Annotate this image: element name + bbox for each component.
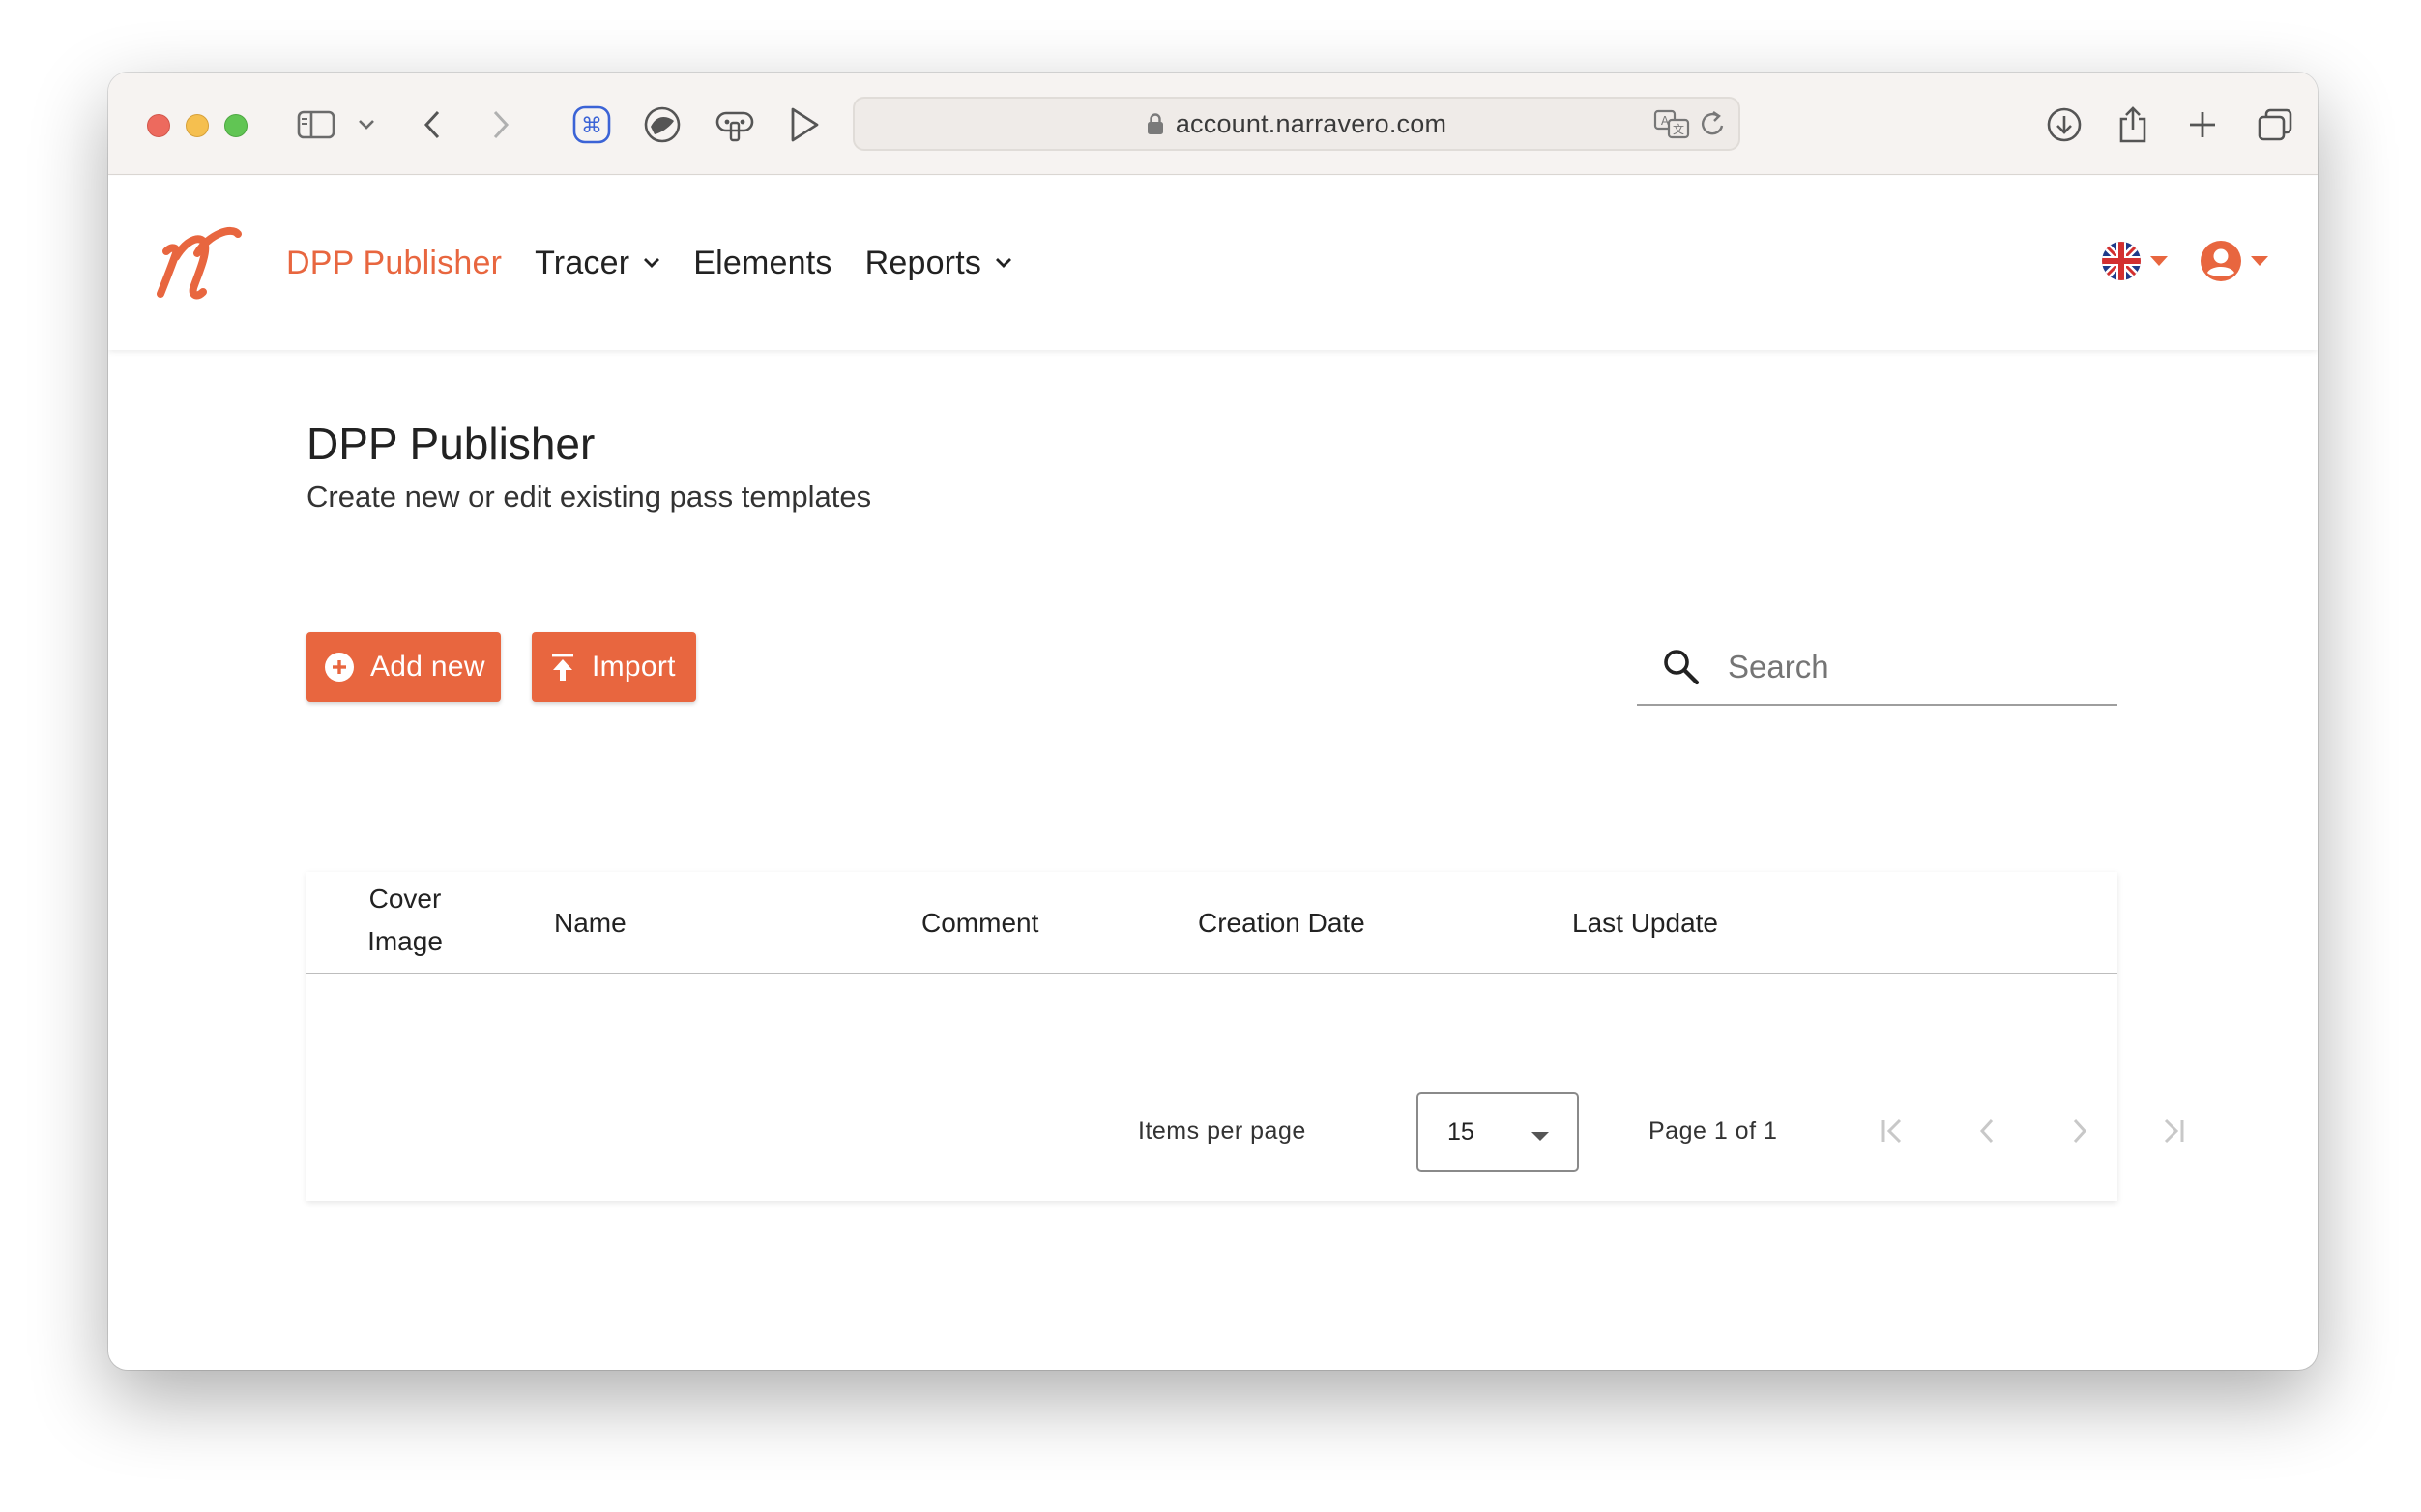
zoom-window-button[interactable] [224,114,248,137]
column-header-comment[interactable]: Comment [921,902,1038,945]
page-title: DPP Publisher [306,419,596,469]
first-page-icon [1879,1118,1908,1149]
search-icon [1662,648,1701,686]
browser-window: ⌘ account.narravero.com A文 DPP Publisher… [108,73,2318,1370]
nav-label: Reports [864,244,982,281]
account-circle-icon [2200,240,2242,287]
play-icon[interactable] [788,102,821,147]
new-tab-icon[interactable] [2187,102,2218,147]
translate-icon[interactable]: A文 [1653,108,1690,144]
chevron-down-icon[interactable] [358,102,375,147]
page-subtitle: Create new or edit existing pass templat… [306,480,872,513]
last-page-icon [2158,1118,2187,1149]
extension-globe-icon[interactable] [643,102,682,147]
items-per-page-label: Items per page [1138,1118,1306,1145]
command-extension-icon[interactable]: ⌘ [572,102,611,147]
caret-down-icon [2250,254,2269,272]
header-actions [2101,176,2269,350]
main-nav: DPP Publisher Tracer Elements Reports [286,176,1045,350]
reload-icon[interactable] [1700,109,1727,143]
previous-page-button[interactable] [1960,1106,2014,1160]
browser-toolbar: ⌘ account.narravero.com A文 [108,73,2318,175]
add-new-label: Add new [370,651,485,683]
chevron-down-icon [643,257,660,269]
svg-text:⌘: ⌘ [581,114,602,138]
import-button[interactable]: Import [532,632,696,702]
items-per-page-select[interactable]: 15 [1416,1092,1579,1172]
forward-icon[interactable] [491,102,510,147]
nav-label: Tracer [535,244,630,281]
column-header-creation-date[interactable]: Creation Date [1198,902,1365,945]
paginator: Items per page 15 Page 1 of 1 [306,1092,2184,1172]
nav-elements[interactable]: Elements [693,245,831,282]
chevron-left-icon [1977,1118,1997,1149]
column-header-line: Cover [368,884,442,914]
import-label: Import [592,651,676,683]
app-header: DPP Publisher Tracer Elements Reports [108,176,2318,350]
address-bar[interactable]: account.narravero.com A文 [853,97,1740,151]
caret-down-icon [1531,1129,1550,1147]
svg-text:文: 文 [1673,122,1684,136]
extension-password-icon[interactable] [715,102,755,147]
close-window-button[interactable] [147,114,170,137]
nav-dpp-publisher[interactable]: DPP Publisher [286,245,502,282]
add-new-button[interactable]: Add new [306,632,501,702]
sidebar-toggle-icon[interactable] [297,102,335,147]
upload-icon [549,652,576,683]
back-icon[interactable] [423,102,442,147]
items-per-page-value: 15 [1447,1118,1474,1146]
lock-icon [1147,112,1164,135]
column-header-name[interactable]: Name [554,902,627,945]
table-header: Cover Image Name Comment Creation Date L… [306,872,2117,974]
templates-table: Cover Image Name Comment Creation Date L… [306,872,2184,1201]
page-range-label: Page 1 of 1 [1648,1118,1778,1145]
nav-label: DPP Publisher [286,244,503,281]
column-header-last-update[interactable]: Last Update [1572,902,1718,945]
caret-down-icon [2149,254,2169,272]
share-icon[interactable] [2116,102,2149,147]
nav-tracer[interactable]: Tracer [535,245,660,282]
nav-reports[interactable]: Reports [865,245,1012,282]
narravero-logo[interactable] [155,224,244,310]
next-page-button[interactable] [2053,1106,2107,1160]
chevron-right-icon [2070,1118,2089,1149]
chevron-down-icon [995,257,1012,269]
add-circle-icon [324,652,355,683]
tab-overview-icon[interactable] [2257,102,2293,147]
last-page-button[interactable] [2145,1106,2200,1160]
column-header-line: Image [367,926,443,956]
column-header-cover-image[interactable]: Cover Image [357,878,453,963]
account-menu[interactable] [2200,240,2269,287]
first-page-button[interactable] [1866,1106,1920,1160]
minimize-window-button[interactable] [186,114,209,137]
search-input[interactable] [1728,649,2095,685]
url-text: account.narravero.com [1175,108,1447,138]
search-field[interactable] [1637,630,2117,706]
nav-label: Elements [693,244,832,281]
downloads-icon[interactable] [2046,102,2083,147]
language-selector[interactable] [2101,241,2169,286]
uk-flag-icon [2101,241,2142,286]
